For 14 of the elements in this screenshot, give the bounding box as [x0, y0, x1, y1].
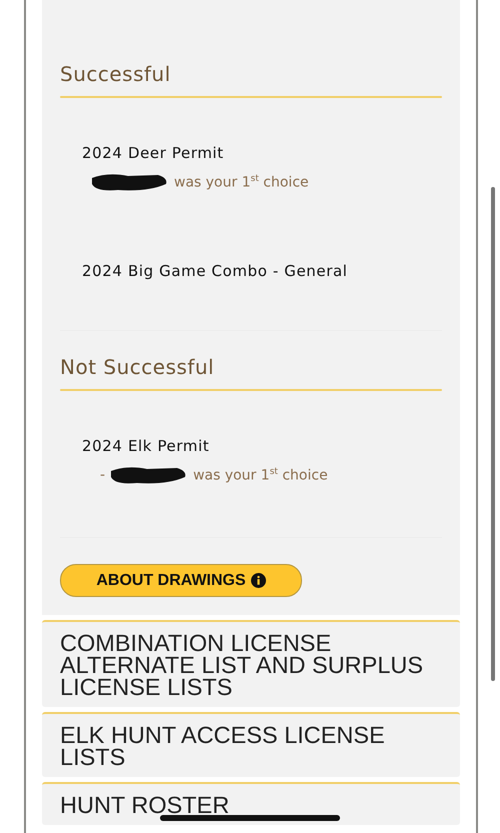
dash-text: - — [99, 467, 106, 483]
permit-title: 2024 Deer Permit — [82, 144, 224, 162]
section-heading: Not Successful — [60, 355, 214, 379]
choice-text: was your 1$^{st}$ choice — [174, 174, 309, 190]
license-list-card[interactable]: HUNT ROSTER — [42, 782, 460, 825]
choice-text: was your 1$^{st}$ choice — [193, 466, 328, 484]
permit-title: 2024 Elk Permit — [82, 437, 210, 455]
license-list-card[interactable]: ELK HUNT ACCESS LICENSE LISTS — [42, 712, 460, 777]
license-list-card[interactable]: COMBINATION LICENSE ALTERNATE LIST AND SURPLUS LICENSE LISTS — [42, 620, 460, 707]
permit-title: 2024 Big Game Combo - General — [82, 262, 348, 280]
scrollbar[interactable] — [491, 187, 495, 681]
section-heading: Successful — [60, 62, 171, 86]
about-drawings-button[interactable]: ABOUT DRAWINGS — [60, 564, 302, 597]
info-icon — [250, 573, 266, 588]
